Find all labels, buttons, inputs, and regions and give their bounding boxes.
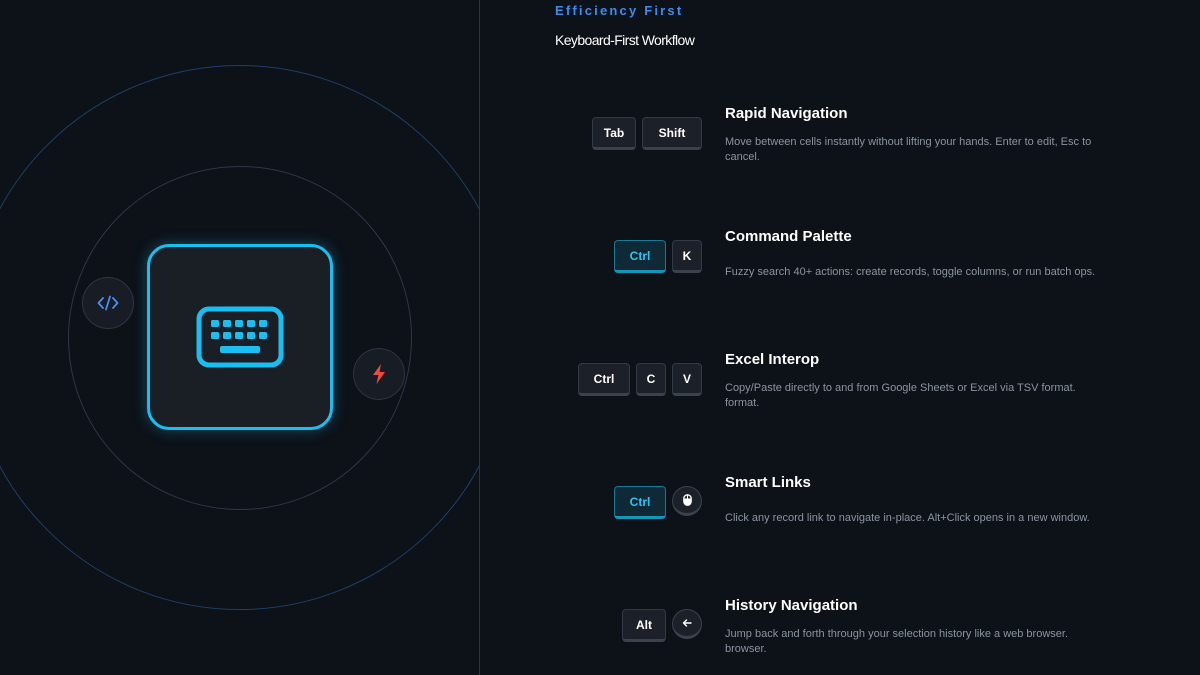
key-shift: Shift (642, 117, 702, 150)
key-ctrl: Ctrl (614, 486, 666, 519)
code-badge (82, 277, 134, 329)
feature-title-history-navigation: History Navigation (725, 597, 858, 614)
shortcut-keys-smart-links: Ctrl (614, 486, 702, 519)
key-ctrl: Ctrl (578, 363, 630, 396)
keyboard-icon (196, 306, 284, 368)
hero-panel (0, 0, 480, 675)
keyboard-tile (147, 244, 333, 430)
key-ctrl: Ctrl (614, 240, 666, 273)
feature-desc-command-palette: Fuzzy search 40+ actions: create records… (725, 266, 1096, 278)
key-c: C (636, 363, 666, 396)
feature-desc-rapid-navigation: Move between cells instantly without lif… (725, 136, 1092, 163)
key-mouse (672, 486, 702, 516)
section-eyebrow: Efficiency First (555, 3, 684, 18)
feature-desc-history-navigation: Jump back and forth through your selecti… (725, 628, 1069, 655)
feature-title-excel-interop: Excel Interop (725, 351, 820, 368)
shortcut-keys-excel-interop: Ctrl C V (578, 363, 702, 396)
key-alt: Alt (622, 609, 666, 642)
feature-title-smart-links: Smart Links (725, 474, 811, 491)
key-k: K (672, 240, 702, 273)
section-subtitle: Keyboard-First Workflow (555, 32, 695, 48)
key-tab: Tab (592, 117, 636, 150)
feature-desc-smart-links: Click any record link to navigate in-pla… (725, 512, 1090, 524)
feature-desc-excel-interop: Copy/Paste directly to and from Google S… (725, 382, 1076, 409)
lightning-icon (373, 364, 385, 384)
feature-title-command-palette: Command Palette (725, 228, 852, 245)
code-icon (97, 295, 119, 311)
panel-divider (479, 0, 480, 675)
shortcut-keys-rapid-navigation: Tab Shift (592, 117, 702, 150)
lightning-badge (353, 348, 405, 400)
shortcut-keys-command-palette: Ctrl K (614, 240, 702, 273)
key-arrow-left (672, 609, 702, 639)
arrow-left-icon (682, 619, 692, 627)
shortcut-keys-history-navigation: Alt (622, 609, 702, 642)
key-v: V (672, 363, 702, 396)
mouse-icon (682, 494, 692, 506)
feature-title-rapid-navigation: Rapid Navigation (725, 105, 848, 122)
